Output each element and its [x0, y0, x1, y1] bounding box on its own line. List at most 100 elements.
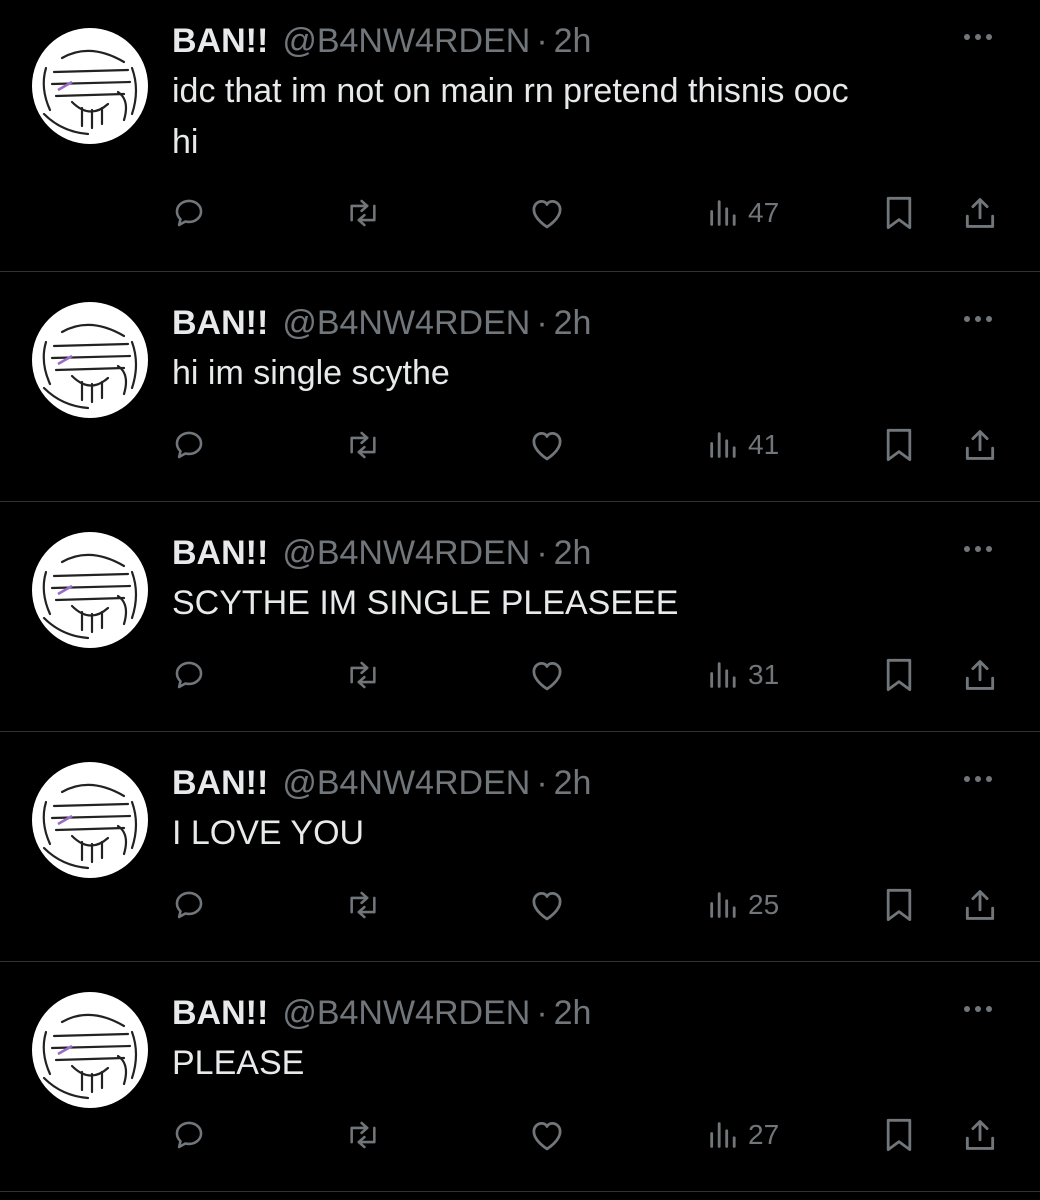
- share-button[interactable]: [960, 420, 1000, 470]
- more-options-button[interactable]: [956, 762, 1000, 796]
- views-button[interactable]: 25: [706, 880, 779, 930]
- reply-button[interactable]: [172, 188, 206, 238]
- reply-icon: [175, 891, 203, 919]
- like-button[interactable]: [528, 650, 566, 700]
- like-icon: [532, 432, 562, 461]
- repost-icon: [350, 661, 376, 689]
- reply-button[interactable]: [172, 880, 206, 930]
- tweet-actions: 47: [172, 188, 1000, 238]
- bookmark-button[interactable]: [882, 880, 916, 930]
- reply-icon: [175, 199, 203, 227]
- bookmark-button[interactable]: [882, 188, 916, 238]
- display-name[interactable]: BAN!!: [172, 20, 268, 62]
- views-count: 31: [748, 659, 780, 690]
- avatar[interactable]: [32, 992, 148, 1108]
- repost-icon: [350, 199, 376, 227]
- bookmark-button[interactable]: [882, 650, 916, 700]
- tweet-actions: 41: [172, 420, 1000, 470]
- avatar-drawing-icon: [42, 783, 138, 870]
- tweet[interactable]: BAN!! @B4NW4RDEN · 2h hi im single scyth…: [0, 272, 1040, 502]
- tweet-header: BAN!! @B4NW4RDEN · 2h: [172, 20, 1000, 62]
- views-button[interactable]: 31: [706, 650, 779, 700]
- separator-dot: ·: [536, 994, 548, 1032]
- reply-icon: [175, 661, 203, 689]
- tweet[interactable]: BAN!! @B4NW4RDEN · 2h SCYTHE IM SINGLE P…: [0, 502, 1040, 732]
- views-count: 25: [748, 889, 780, 920]
- user-handle[interactable]: @B4NW4RDEN: [282, 532, 530, 574]
- tweet-text: PLEASE: [172, 1044, 305, 1082]
- avatar[interactable]: [32, 762, 148, 878]
- bookmark-icon: [886, 428, 912, 462]
- tweet-text: idc that im not on main rn pretend thisn…: [172, 72, 849, 161]
- avatar[interactable]: [32, 302, 148, 418]
- reply-icon: [175, 1121, 203, 1149]
- repost-button[interactable]: [344, 650, 382, 700]
- tweet[interactable]: BAN!! @B4NW4RDEN · 2h idc that im not on…: [0, 0, 1040, 272]
- more-options-button[interactable]: [956, 992, 1000, 1026]
- tweet-text: SCYTHE IM SINGLE PLEASEEE: [172, 584, 679, 622]
- share-icon: [965, 890, 995, 920]
- separator-dot: ·: [536, 304, 548, 342]
- like-button[interactable]: [528, 420, 566, 470]
- like-button[interactable]: [528, 1110, 566, 1160]
- tweet-text: I LOVE YOU: [172, 814, 365, 852]
- more-icon: [964, 546, 992, 552]
- user-handle[interactable]: @B4NW4RDEN: [282, 20, 530, 62]
- display-name[interactable]: BAN!!: [172, 762, 268, 804]
- reply-button[interactable]: [172, 420, 206, 470]
- tweet-header: BAN!! @B4NW4RDEN · 2h: [172, 762, 1000, 804]
- like-button[interactable]: [528, 188, 566, 238]
- timestamp[interactable]: 2h: [554, 302, 592, 344]
- timestamp[interactable]: 2h: [554, 992, 592, 1034]
- views-button[interactable]: 41: [706, 420, 779, 470]
- avatar[interactable]: [32, 532, 148, 648]
- bookmark-button[interactable]: [882, 420, 916, 470]
- views-count: 27: [748, 1119, 780, 1150]
- views-count: 41: [748, 429, 780, 460]
- more-options-button[interactable]: [956, 302, 1000, 336]
- tweet-actions: 25: [172, 880, 1000, 930]
- display-name[interactable]: BAN!!: [172, 992, 268, 1034]
- user-handle[interactable]: @B4NW4RDEN: [282, 302, 530, 344]
- like-button[interactable]: [528, 880, 566, 930]
- more-options-button[interactable]: [956, 532, 1000, 566]
- display-name[interactable]: BAN!!: [172, 302, 268, 344]
- tweet[interactable]: BAN!! @B4NW4RDEN · 2h I LOVE YOU 25: [0, 732, 1040, 962]
- timestamp[interactable]: 2h: [554, 762, 592, 804]
- share-button[interactable]: [960, 1110, 1000, 1160]
- bookmark-button[interactable]: [882, 1110, 916, 1160]
- tweet-header: BAN!! @B4NW4RDEN · 2h: [172, 302, 1000, 344]
- repost-button[interactable]: [344, 188, 382, 238]
- share-button[interactable]: [960, 650, 1000, 700]
- views-icon: [710, 1122, 736, 1148]
- separator-dot: ·: [536, 764, 548, 802]
- tweet[interactable]: BAN!! @B4NW4RDEN · 2h PLEASE 27: [0, 962, 1040, 1192]
- share-button[interactable]: [960, 880, 1000, 930]
- like-icon: [532, 200, 562, 229]
- reply-button[interactable]: [172, 1110, 206, 1160]
- views-button[interactable]: 47: [706, 188, 779, 238]
- views-button[interactable]: 27: [706, 1110, 779, 1160]
- user-handle[interactable]: @B4NW4RDEN: [282, 992, 530, 1034]
- more-options-button[interactable]: [956, 20, 1000, 54]
- avatar[interactable]: [32, 28, 148, 144]
- timestamp[interactable]: 2h: [554, 532, 592, 574]
- repost-icon: [350, 431, 376, 459]
- tweet-feed: BAN!! @B4NW4RDEN · 2h idc that im not on…: [0, 0, 1040, 1192]
- avatar-drawing-icon: [42, 49, 138, 136]
- separator-dot: ·: [536, 534, 548, 572]
- bookmark-icon: [886, 888, 912, 922]
- views-icon: [710, 892, 736, 918]
- reply-icon: [175, 431, 203, 459]
- timestamp[interactable]: 2h: [554, 20, 592, 62]
- tweet-actions: 31: [172, 650, 1000, 700]
- share-icon: [965, 1120, 995, 1150]
- display-name[interactable]: BAN!!: [172, 532, 268, 574]
- repost-button[interactable]: [344, 1110, 382, 1160]
- more-icon: [964, 776, 992, 782]
- repost-button[interactable]: [344, 880, 382, 930]
- repost-button[interactable]: [344, 420, 382, 470]
- reply-button[interactable]: [172, 650, 206, 700]
- user-handle[interactable]: @B4NW4RDEN: [282, 762, 530, 804]
- share-button[interactable]: [960, 188, 1000, 238]
